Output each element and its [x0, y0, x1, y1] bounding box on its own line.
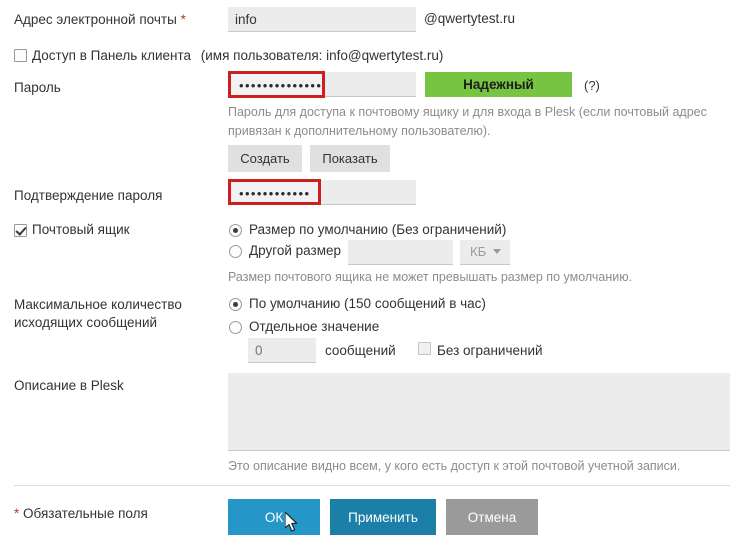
outgoing-default-label: По умолчанию (150 сообщений в час)	[249, 296, 486, 311]
password-confirm-masked-value: ••••••••••••	[239, 186, 311, 201]
email-account-form: Адрес электронной почты * @qwertytest.ru…	[0, 0, 731, 549]
description-note: Это описание видно всем, у кого есть дос…	[228, 459, 681, 473]
password-input[interactable]: ••••••••••••••	[228, 71, 325, 98]
mailbox-checkbox[interactable]	[14, 224, 27, 240]
password-confirm-input-tail[interactable]	[320, 180, 416, 205]
outgoing-custom-label: Отдельное значение	[249, 319, 380, 334]
email-required-star: *	[180, 12, 186, 27]
radio-checked-icon	[229, 298, 242, 311]
generate-password-button[interactable]: Создать	[228, 145, 302, 172]
panel-access-checkbox[interactable]	[14, 49, 27, 65]
mailbox-size-custom-label: Другой размер	[249, 243, 342, 258]
outgoing-value-input[interactable]	[248, 338, 316, 363]
checkbox-icon	[14, 49, 27, 62]
password-confirm-input[interactable]: ••••••••••••	[228, 179, 321, 205]
ok-button[interactable]: ОК	[228, 499, 320, 535]
description-textarea[interactable]	[228, 373, 730, 451]
show-password-button[interactable]: Показать	[310, 145, 390, 172]
email-label: Адрес электронной почты *	[14, 11, 186, 29]
radio-icon	[229, 321, 242, 334]
mailbox-size-input[interactable]	[348, 240, 453, 265]
password-masked-value: ••••••••••••••	[239, 78, 322, 93]
outgoing-unit-label: сообщений	[325, 343, 396, 358]
mailbox-label: Почтовый ящик	[32, 222, 130, 237]
outgoing-unlimited-checkbox[interactable]	[418, 342, 431, 358]
email-domain-suffix: @qwertytest.ru	[424, 11, 515, 26]
password-input-tail[interactable]	[325, 72, 416, 97]
password-confirm-label: Подтверждение пароля	[14, 188, 163, 203]
outgoing-custom-radio[interactable]	[229, 321, 242, 337]
outgoing-label-line1: Максимальное количество	[14, 297, 182, 312]
checkbox-icon	[418, 342, 431, 355]
required-fields-note: * Обязательные поля	[14, 505, 148, 523]
password-strength-indicator: Надежный	[425, 72, 572, 97]
outgoing-label-line2: исходящих сообщений	[14, 315, 158, 330]
panel-access-row: Доступ в Панель клиента (имя пользовател…	[32, 47, 443, 65]
radio-checked-icon	[229, 224, 242, 237]
outgoing-unlimited-label: Без ограничений	[437, 343, 543, 358]
panel-access-hint: (имя пользователя: info@qwertytest.ru)	[200, 48, 444, 63]
mailbox-size-unit-value: КБ	[470, 244, 487, 259]
password-description: Пароль для доступа к почтовому ящику и д…	[228, 105, 707, 138]
radio-icon	[229, 245, 242, 258]
cancel-button[interactable]: Отмена	[446, 499, 538, 535]
panel-access-label: Доступ в Панель клиента	[32, 48, 191, 63]
apply-button[interactable]: Применить	[330, 499, 436, 535]
email-label-text: Адрес электронной почты	[14, 12, 177, 27]
mailbox-size-note: Размер почтового ящика не может превышат…	[228, 270, 633, 284]
required-note-text: Обязательные поля	[23, 506, 148, 521]
outgoing-default-radio[interactable]	[229, 298, 242, 314]
mailbox-size-custom-radio[interactable]	[229, 245, 242, 261]
chevron-down-icon	[493, 249, 501, 254]
mailbox-size-default-radio[interactable]	[229, 224, 242, 240]
required-note-star: *	[14, 506, 20, 521]
checkbox-checked-icon	[14, 224, 27, 237]
password-label: Пароль	[14, 80, 61, 95]
email-input[interactable]	[228, 7, 416, 32]
mailbox-size-unit-select[interactable]: КБ	[460, 240, 510, 265]
description-label: Описание в Plesk	[14, 378, 124, 393]
footer-divider	[14, 485, 730, 486]
mailbox-size-default-label: Размер по умолчанию (Без ограничений)	[249, 222, 507, 237]
password-help-icon[interactable]: (?)	[584, 78, 600, 93]
